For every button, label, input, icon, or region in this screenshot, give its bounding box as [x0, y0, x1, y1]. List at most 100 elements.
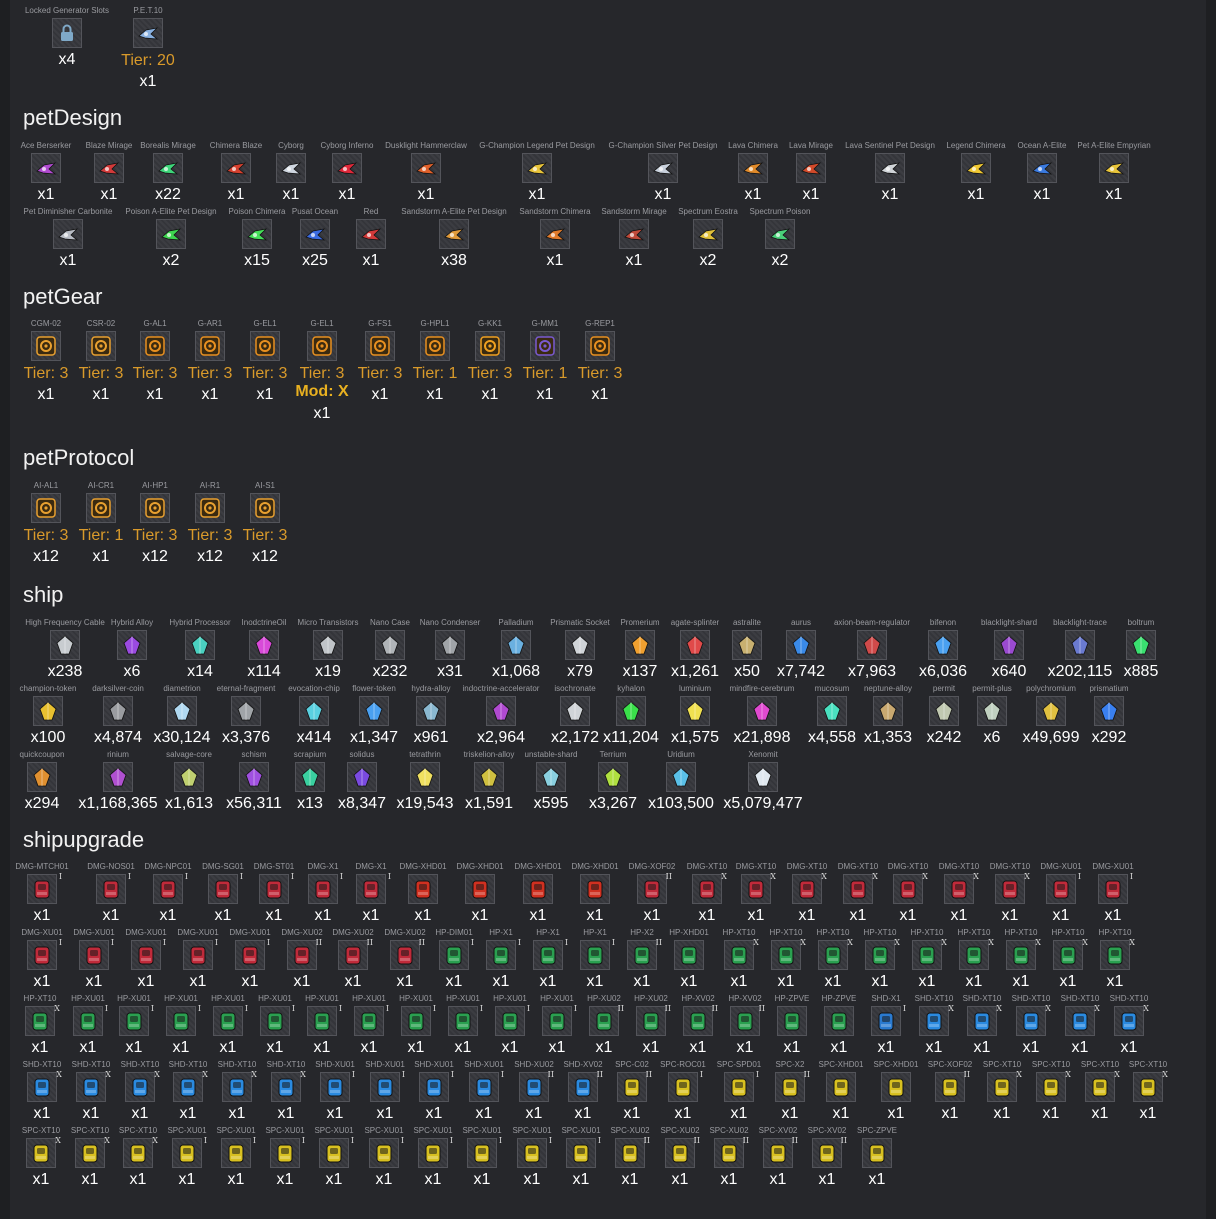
item-icon[interactable] [1094, 696, 1124, 726]
item-icon[interactable] [1027, 153, 1057, 183]
item-label: SHD-XT10 [1109, 994, 1149, 1003]
item-label: aurus [790, 618, 811, 627]
item-count: x1 [362, 252, 380, 269]
item-icon[interactable] [748, 762, 778, 792]
item-row: SHD-XT10 Xx1 SHD-XT10 Xx1 SHD-XT10 Xx1 SHD-XT1… [10, 1059, 1206, 1125]
item-icon[interactable] [1126, 630, 1156, 660]
item-glyph-icon [1107, 946, 1123, 965]
inventory-item[interactable]: Pet A-Elite Empyrian x1 [1054, 140, 1174, 205]
item-label: prismatium [1089, 684, 1129, 693]
item-icon[interactable] [250, 493, 280, 523]
item-count: x2 [771, 252, 789, 269]
item-icon[interactable]: X [1100, 938, 1135, 970]
inventory-item[interactable]: G-Champion Legend Pet Design x1 [477, 140, 597, 205]
item-glyph-icon [58, 228, 79, 241]
item-glyph-icon [422, 701, 440, 721]
inventory-item[interactable]: Dusklight Hammerclaw x1 [366, 140, 486, 205]
item-glyph-icon [863, 635, 881, 655]
item-label: G-Champion Legend Pet Design [479, 141, 595, 150]
item-icon[interactable] [411, 153, 441, 183]
item-label: G-REP1 [585, 319, 615, 328]
inventory-item[interactable]: HP-XT10 Xx1 [1055, 927, 1175, 992]
item-count: x12 [252, 548, 278, 565]
item-count: x6 [123, 663, 141, 680]
item-icon[interactable]: X [1114, 1004, 1149, 1036]
item-icon[interactable] [540, 219, 570, 249]
item-glyph-icon [1104, 162, 1125, 175]
item-glyph-icon [672, 767, 690, 787]
item-icon[interactable] [52, 18, 82, 48]
item-glyph-icon [869, 1144, 885, 1163]
item-icon[interactable] [862, 1138, 892, 1168]
item-glyph-icon [624, 228, 645, 241]
inventory-item[interactable]: SPC-XT10 Xx1 [1088, 1059, 1206, 1124]
item-glyph-icon [416, 162, 437, 175]
item-icon[interactable] [486, 696, 516, 726]
item-count: x1 [338, 186, 356, 203]
item-count: x1 [881, 186, 899, 203]
inventory-item[interactable]: Xenomit x5,079,477 [703, 749, 823, 814]
inventory-item[interactable]: AI-S1 Tier: 3 x12 [205, 480, 325, 567]
item-icon[interactable]: I [1098, 872, 1133, 904]
item-icon[interactable] [619, 219, 649, 249]
item-count: x1 [1033, 186, 1051, 203]
rank-badge: X [1129, 938, 1135, 947]
section-title-petGear: petGear [23, 284, 103, 309]
item-icon[interactable] [765, 219, 795, 249]
item-icon[interactable] [439, 219, 469, 249]
inventory-item[interactable]: P.E.T.10 Tier: 20 x1 [88, 5, 208, 92]
inventory-item[interactable]: G-REP1 Tier: 3 x1 [540, 318, 660, 405]
item-icon[interactable] [27, 762, 57, 792]
item-icon[interactable] [332, 153, 362, 183]
inventory-item[interactable]: SHD-XT10 Xx1 [1069, 993, 1189, 1058]
item-count: x1 [1139, 1105, 1157, 1122]
item-icon[interactable] [648, 153, 678, 183]
item-icon[interactable] [693, 219, 723, 249]
item-label: Pet Diminisher Carbonite [23, 207, 113, 216]
item-count: x1 [802, 186, 820, 203]
item-icon[interactable] [53, 219, 83, 249]
item-count: x1 [1104, 907, 1122, 924]
item-row: HP-XT10 Xx1 HP-XU01 Ix1 HP-XU01 Ix1 HP-XU01 Ix1… [10, 993, 1206, 1059]
inventory-item[interactable]: boltrum x885 [1081, 617, 1201, 682]
item-icon[interactable] [666, 762, 696, 792]
section-title-shipupgrade: shipupgrade [23, 827, 145, 852]
section-title-petProtocol: petProtocol [23, 445, 135, 470]
inventory-item[interactable]: prismatium x292 [1049, 683, 1169, 748]
item-glyph-icon [590, 336, 610, 356]
item-glyph-icon [545, 228, 566, 241]
item-icon[interactable] [156, 219, 186, 249]
item-count: x1 [546, 252, 564, 269]
item-icon[interactable] [796, 153, 826, 183]
item-row: High Frequency Cable x238 Hybrid Alloy x6 Hy… [10, 617, 1206, 683]
item-glyph-icon [255, 498, 275, 518]
inventory-item[interactable]: Spectrum Poison x2 [720, 206, 840, 271]
item-icon[interactable] [133, 18, 163, 48]
item-count: x292 [1091, 729, 1127, 746]
item-glyph-icon [34, 880, 50, 899]
item-icon[interactable] [875, 153, 905, 183]
item-glyph-icon [492, 701, 510, 721]
section-title-ship: ship [23, 582, 64, 607]
item-icon[interactable]: X [1133, 1070, 1168, 1102]
item-icon[interactable] [585, 331, 615, 361]
item-glyph-icon [653, 162, 674, 175]
item-glyph-icon [753, 701, 771, 721]
item-row: CGM-02 Tier: 3 x1 CSR-02 Tier: 3 x1 G-AL1 Tier:… [10, 318, 1206, 422]
item-icon[interactable] [1099, 153, 1129, 183]
item-icon[interactable] [522, 153, 552, 183]
inventory-item[interactable]: SPC-ZPVE x1 [817, 1125, 937, 1190]
inventory-item[interactable]: DMG-XU01 Ix1 [1053, 861, 1173, 926]
item-label: SPC-ZPVE [856, 1126, 897, 1135]
item-label: Uridium [667, 750, 695, 759]
item-count: x1 [59, 252, 77, 269]
item-count: x4 [58, 51, 76, 68]
item-label: Dusklight Hammerclaw [385, 141, 467, 150]
item-glyph-icon [138, 27, 159, 40]
item-count: x1 [1120, 1039, 1138, 1056]
item-count: x1 [1106, 973, 1124, 990]
item-row: SPC-XT10 Xx1 SPC-XT10 Xx1 SPC-XT10 Xx1 SPC-XU0… [10, 1125, 1206, 1191]
item-label: P.E.T.10 [133, 6, 163, 15]
item-tier: Tier: 3 [242, 527, 288, 544]
item-icon[interactable] [356, 219, 386, 249]
